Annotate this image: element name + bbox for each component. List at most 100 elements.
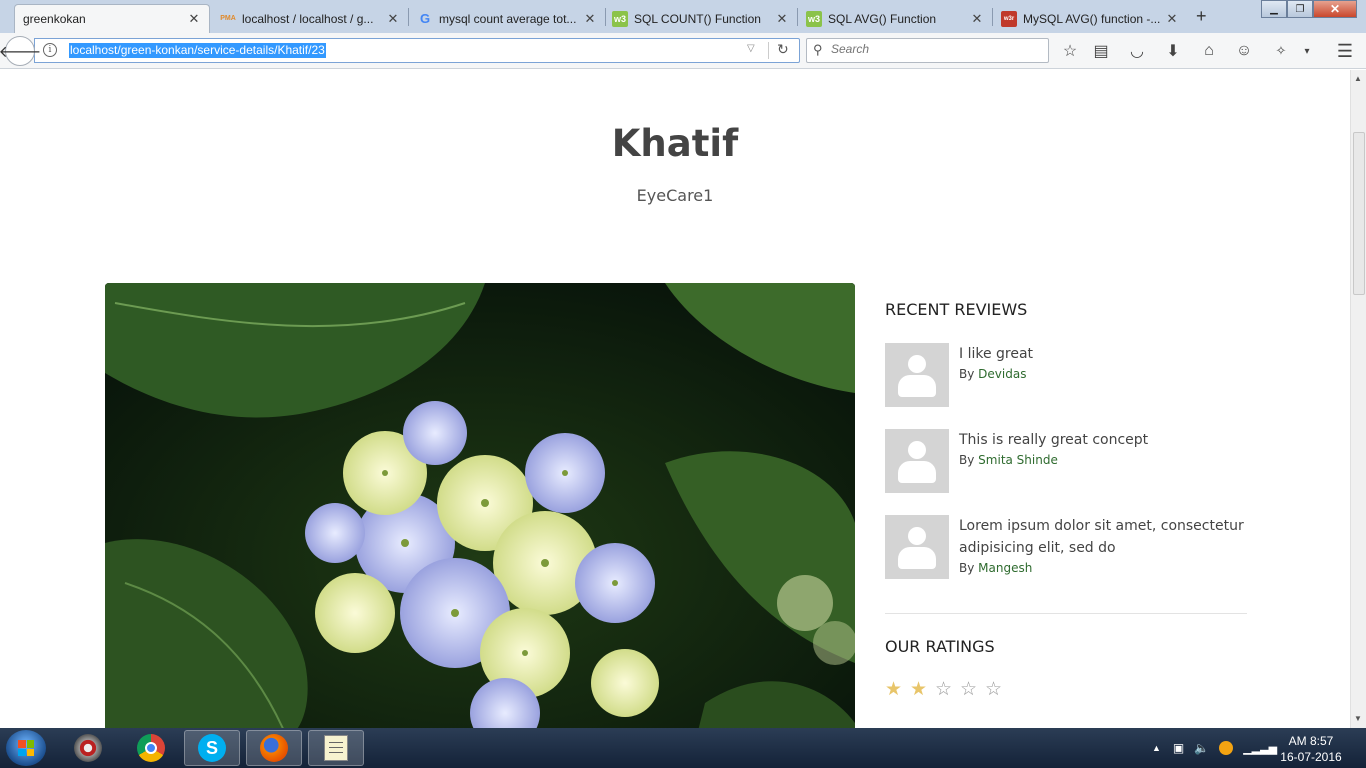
bookmark-star-icon[interactable]: ☆: [1059, 40, 1081, 62]
avatar: [885, 515, 949, 579]
ratings-heading: OUR RATINGS: [885, 637, 995, 656]
rating-stars: ★ ★ ☆ ☆ ☆: [885, 678, 1247, 701]
tab-label: greenkokan: [23, 12, 86, 26]
avatar: [885, 429, 949, 493]
tab-greenkokan[interactable]: greenkokan ✕: [14, 4, 210, 33]
scroll-up-icon[interactable]: ▲: [1354, 74, 1362, 83]
firefox-icon: [260, 734, 288, 762]
close-icon[interactable]: ✕: [187, 11, 201, 27]
review-item: Lorem ipsum dolor sit amet, consectetur …: [885, 515, 1247, 579]
taskbar-firefox[interactable]: [246, 730, 302, 766]
avatar: [885, 343, 949, 407]
review-message: This is really great concept: [959, 432, 1149, 448]
close-icon[interactable]: ✕: [583, 11, 597, 27]
w3schools-icon: w3: [806, 10, 822, 27]
url-separator: [768, 42, 769, 59]
star-filled-icon: ★: [910, 679, 928, 700]
review-author[interactable]: Devidas: [978, 367, 1026, 381]
dropdown-arrow-icon[interactable]: ▽: [747, 43, 755, 54]
tab-mysql-avg[interactable]: w3r MySQL AVG() function -... ✕: [993, 4, 1187, 33]
pocket-icon[interactable]: ◡: [1126, 40, 1148, 62]
close-icon[interactable]: ✕: [1165, 11, 1179, 27]
system-tray: ▲ ▣ 🔈 ▁▂▃▅: [1152, 728, 1277, 768]
scroll-down-icon[interactable]: ▼: [1354, 714, 1362, 723]
search-icon: ⚲: [813, 42, 823, 57]
taskbar-skype[interactable]: S: [184, 730, 240, 766]
review-author[interactable]: Smita Shinde: [978, 453, 1058, 467]
page-content: Khatif EyeCare1 RECENT REVIEWS I like gr…: [0, 70, 1350, 728]
by-label: By: [959, 453, 975, 467]
chrome-icon: [137, 734, 165, 762]
by-label: By: [959, 561, 975, 575]
close-icon[interactable]: ✕: [970, 11, 984, 27]
start-button[interactable]: [6, 730, 46, 766]
show-hidden-icons[interactable]: ▲: [1152, 743, 1161, 753]
tab-label: localhost / localhost / g...: [242, 11, 374, 26]
tab-google-search[interactable]: G mysql count average tot... ✕: [409, 4, 605, 33]
w3resource-icon: w3r: [1001, 10, 1017, 27]
menu-icon[interactable]: ☰: [1334, 40, 1356, 62]
taskbar-notepad[interactable]: [308, 730, 364, 766]
download-icon[interactable]: ⬇: [1162, 40, 1184, 62]
tab-sql-avg[interactable]: w3 SQL AVG() Function ✕: [798, 4, 992, 33]
system-clock[interactable]: AM 8:57 16-07-2016: [1280, 733, 1342, 765]
taskbar: S ▲ ▣ 🔈 ▁▂▃▅ AM 8:57 16-07-2016: [0, 728, 1366, 768]
signal-strength-icon[interactable]: ▁▂▃▅: [1243, 742, 1277, 755]
star-empty-icon: ☆: [960, 679, 978, 700]
search-input[interactable]: [831, 42, 1041, 56]
close-icon[interactable]: ✕: [386, 11, 400, 27]
restore-button[interactable]: ❐: [1287, 0, 1313, 18]
reading-list-icon[interactable]: ▤: [1090, 40, 1112, 62]
tab-bar: greenkokan ✕ PMA localhost / localhost /…: [0, 0, 1366, 33]
recent-reviews-heading: RECENT REVIEWS: [885, 300, 1028, 319]
star-filled-icon: ★: [885, 679, 903, 700]
chevron-down-icon[interactable]: ▾: [1296, 40, 1318, 62]
sidebar: RECENT REVIEWS I like great By Devidas T…: [885, 300, 1247, 701]
phpmyadmin-icon: PMA: [220, 15, 236, 22]
clock-time: AM 8:57: [1288, 734, 1334, 748]
info-icon[interactable]: i: [43, 43, 57, 57]
url-text[interactable]: localhost/green-konkan/service-details/K…: [69, 43, 326, 58]
back-button[interactable]: 🡐: [0, 36, 41, 66]
back-arrow-icon: 🡐: [0, 43, 42, 61]
hello-chat-icon[interactable]: ☺: [1233, 40, 1255, 62]
network-device-icon[interactable]: ▣: [1173, 741, 1184, 755]
taskbar-media-app[interactable]: [60, 730, 116, 766]
tab-label: MySQL AVG() function -...: [1023, 11, 1161, 26]
close-icon[interactable]: ✕: [775, 11, 789, 27]
tab-label: SQL COUNT() Function: [634, 11, 761, 26]
skype-icon: S: [198, 734, 226, 762]
taskbar-chrome[interactable]: [123, 730, 179, 766]
tab-localhost-phpmyadmin[interactable]: PMA localhost / localhost / g... ✕: [212, 4, 408, 33]
tab-label: mysql count average tot...: [439, 11, 577, 26]
new-tab-button[interactable]: +: [1196, 6, 1207, 27]
scroll-thumb[interactable]: [1353, 132, 1365, 295]
avast-icon[interactable]: [1219, 741, 1234, 755]
tab-sql-count[interactable]: w3 SQL COUNT() Function ✕: [604, 4, 797, 33]
page-title: Khatif: [611, 122, 739, 165]
page-subtitle: EyeCare1: [636, 186, 714, 205]
review-item: I like great By Devidas: [885, 343, 1247, 407]
review-message: I like great: [959, 346, 1034, 362]
minimize-button[interactable]: ▁: [1261, 0, 1287, 18]
clock-date: 16-07-2016: [1280, 750, 1342, 764]
search-box[interactable]: ⚲: [806, 38, 1049, 63]
star-empty-icon: ☆: [935, 679, 953, 700]
extension-icon[interactable]: ✧: [1270, 40, 1292, 62]
home-icon[interactable]: ⌂: [1198, 40, 1220, 62]
hydrangea-photo: [105, 283, 855, 728]
review-byline: By Smita Shinde: [959, 453, 1148, 467]
review-author[interactable]: Mangesh: [978, 561, 1032, 575]
star-empty-icon: ☆: [985, 679, 1003, 700]
url-bar[interactable]: i localhost/green-konkan/service-details…: [34, 38, 800, 63]
by-label: By: [959, 367, 975, 381]
section-divider: [885, 613, 1247, 614]
window-controls: ▁ ❐ ✕: [1261, 0, 1357, 18]
reload-icon[interactable]: ↻: [777, 41, 789, 58]
notepad-icon: [324, 735, 348, 761]
volume-icon[interactable]: 🔈: [1194, 741, 1209, 755]
review-byline: By Devidas: [959, 367, 1033, 381]
window-close-button[interactable]: ✕: [1313, 0, 1357, 18]
vertical-scrollbar[interactable]: ▲ ▼: [1350, 70, 1366, 728]
review-text: I like great By Devidas: [959, 343, 1033, 407]
